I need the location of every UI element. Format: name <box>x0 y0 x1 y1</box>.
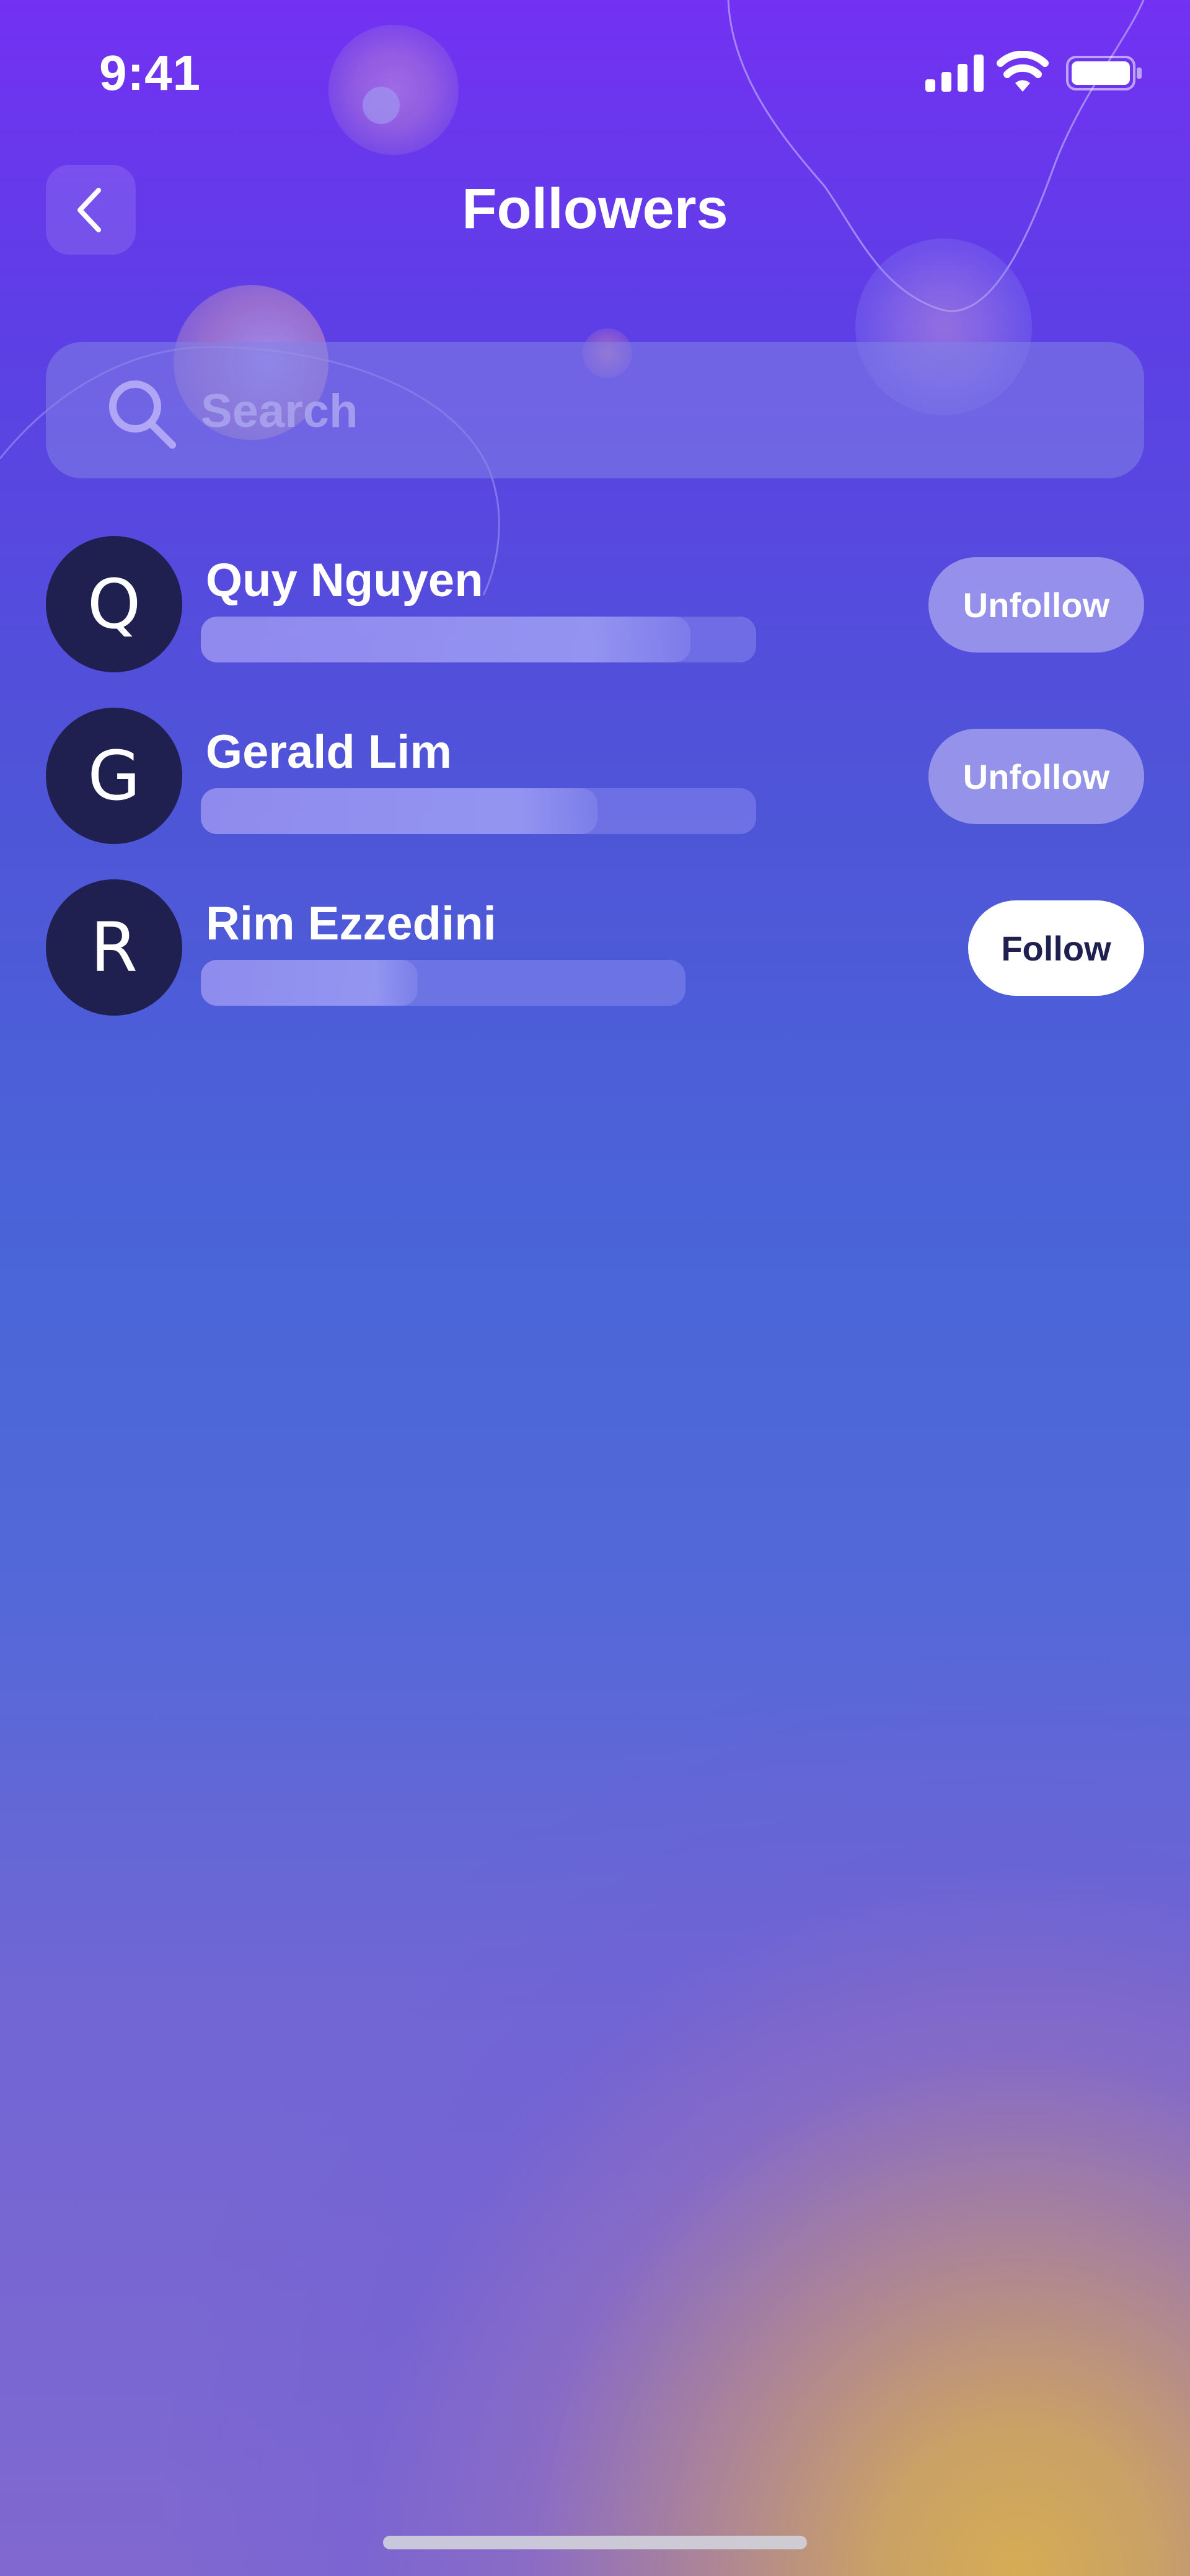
user-name: Gerald Lim <box>206 726 452 778</box>
status-time: 9:41 <box>99 45 201 100</box>
skeleton-shine <box>201 617 690 662</box>
list-item[interactable]: R Rim Ezzedini Follow <box>0 879 1190 1022</box>
follow-button[interactable]: Follow <box>968 900 1144 996</box>
user-name: Rim Ezzedini <box>206 897 496 950</box>
status-bar: 9:41 <box>0 0 1190 146</box>
user-name: Quy Nguyen <box>206 554 483 607</box>
search-icon <box>109 380 176 449</box>
avatar: R <box>46 879 182 1016</box>
skeleton-shine <box>201 960 418 1006</box>
avatar: Q <box>46 536 182 672</box>
battery-icon <box>1066 56 1142 90</box>
search-bar[interactable] <box>46 342 1144 478</box>
signal-icon <box>925 55 984 92</box>
search-input[interactable] <box>200 373 1101 449</box>
list-item[interactable]: G Gerald Lim Unfollow <box>0 708 1190 850</box>
skeleton-shine <box>201 788 597 834</box>
subtitle-placeholder <box>201 960 685 1006</box>
home-indicator[interactable] <box>383 2536 807 2549</box>
page-title: Followers <box>462 177 728 240</box>
subtitle-placeholder <box>201 617 756 662</box>
unfollow-button[interactable]: Unfollow <box>928 729 1144 824</box>
list-item[interactable]: Q Quy Nguyen Unfollow <box>0 536 1190 679</box>
subtitle-placeholder <box>201 788 756 834</box>
avatar: G <box>46 708 182 844</box>
wifi-icon <box>997 51 1049 92</box>
unfollow-button[interactable]: Unfollow <box>928 557 1144 653</box>
